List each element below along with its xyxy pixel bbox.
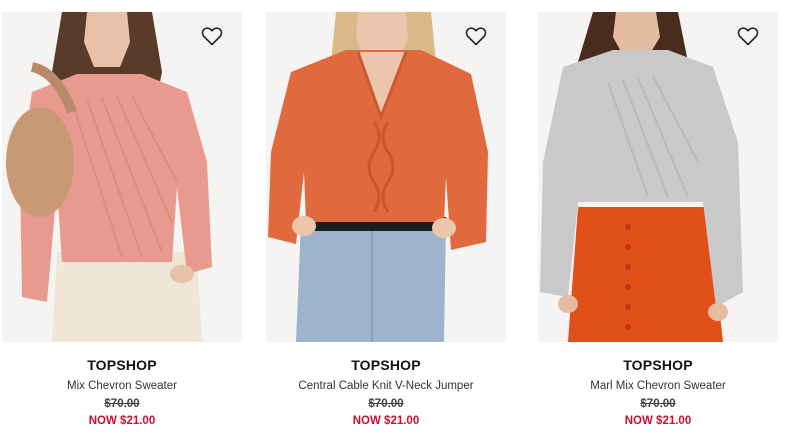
heart-outline-icon[interactable]: [736, 24, 760, 48]
product-info: TOPSHOP Mix Chevron Sweater $70.00 NOW $…: [2, 356, 242, 429]
product-name[interactable]: Mix Chevron Sweater: [2, 379, 242, 394]
product-image[interactable]: [2, 12, 242, 342]
heart-outline-icon[interactable]: [464, 24, 488, 48]
product-card[interactable]: TOPSHOP Mix Chevron Sweater $70.00 NOW $…: [2, 0, 242, 434]
product-card[interactable]: TOPSHOP Marl Mix Chevron Sweater $70.00 …: [538, 0, 778, 434]
product-info: TOPSHOP Marl Mix Chevron Sweater $70.00 …: [538, 356, 778, 429]
product-brand[interactable]: TOPSHOP: [2, 356, 242, 374]
product-grid: TOPSHOP Mix Chevron Sweater $70.00 NOW $…: [0, 0, 786, 434]
product-image[interactable]: [538, 12, 778, 342]
sale-price: NOW $21.00: [352, 415, 420, 427]
sale-price: NOW $21.00: [88, 415, 156, 427]
product-info: TOPSHOP Central Cable Knit V-Neck Jumper…: [266, 356, 506, 429]
sale-price: NOW $21.00: [624, 415, 692, 427]
heart-outline-icon[interactable]: [200, 24, 224, 48]
product-name[interactable]: Marl Mix Chevron Sweater: [538, 379, 778, 394]
product-image[interactable]: [266, 12, 506, 342]
original-price: $70.00: [640, 398, 676, 410]
original-price: $70.00: [104, 398, 140, 410]
product-brand[interactable]: TOPSHOP: [538, 356, 778, 374]
product-card[interactable]: TOPSHOP Central Cable Knit V-Neck Jumper…: [266, 0, 506, 434]
product-name[interactable]: Central Cable Knit V-Neck Jumper: [266, 379, 506, 394]
product-brand[interactable]: TOPSHOP: [266, 356, 506, 374]
original-price: $70.00: [368, 398, 404, 410]
